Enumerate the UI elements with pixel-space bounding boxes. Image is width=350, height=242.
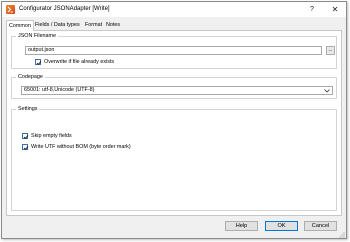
window-title: Configurator JSONAdapter [Write]: [19, 5, 110, 12]
codepage-legend: Codepage: [16, 74, 45, 80]
skip-empty-fields-checkbox[interactable]: [22, 133, 29, 140]
help-title-button[interactable]: ?: [301, 2, 323, 17]
cancel-button[interactable]: Cancel: [304, 221, 337, 231]
resize-grip-icon[interactable]: [338, 231, 345, 240]
write-utf-without-bom-checkbox[interactable]: [22, 144, 29, 151]
skip-empty-fields-label: Skip empty fields: [31, 133, 72, 139]
help-button[interactable]: Help: [225, 221, 258, 231]
tab-panel-common: JSON Filename output.json ... Overwrite …: [6, 30, 342, 216]
tab-common[interactable]: Common: [6, 20, 34, 31]
write-utf-without-bom-label: Write UTF without BOM (byte order mark): [31, 144, 131, 150]
title-bar[interactable]: Configurator JSONAdapter [Write] ? ✕: [2, 2, 346, 17]
settings-legend: Settings: [16, 106, 40, 112]
close-button[interactable]: ✕: [324, 2, 346, 17]
codepage-group: Codepage 65001: utf-8,Unicode (UTF-8): [11, 74, 337, 99]
tab-notes[interactable]: Notes: [104, 21, 122, 30]
browse-button[interactable]: ...: [326, 46, 335, 55]
filename-input[interactable]: output.json: [25, 46, 322, 55]
json-filename-group: JSON Filename output.json ... Overwrite …: [11, 33, 337, 69]
chevron-down-icon: [324, 89, 330, 96]
settings-group: Settings Skip empty fields Write UTF wit…: [11, 106, 337, 211]
ok-button[interactable]: OK: [265, 221, 298, 231]
tab-fields-data-types[interactable]: Fields / Data types: [33, 21, 82, 30]
app-logo-icon: [6, 5, 15, 14]
codepage-select[interactable]: 65001: utf-8,Unicode (UTF-8): [21, 86, 333, 95]
overwrite-label: Overwrite if file already exists: [44, 59, 115, 65]
overwrite-checkbox[interactable]: [35, 59, 42, 66]
codepage-selected-value: 65001: utf-8,Unicode (UTF-8): [24, 87, 95, 93]
tab-format[interactable]: Format: [83, 21, 104, 30]
dialog-window: Configurator JSONAdapter [Write] ? ✕ Com…: [1, 1, 347, 239]
json-filename-legend: JSON Filename: [16, 33, 59, 39]
